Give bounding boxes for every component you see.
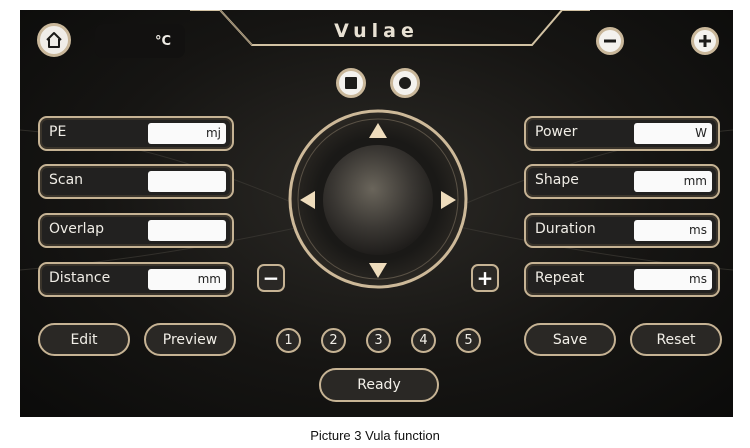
ready-button[interactable]: Ready xyxy=(319,368,439,402)
param-shape[interactable]: Shape mm xyxy=(524,164,720,199)
joystick-plus-button[interactable]: + xyxy=(471,264,499,292)
record-icon xyxy=(399,77,411,89)
repeat-input[interactable]: ms xyxy=(634,269,712,290)
param-pe[interactable]: PE mj xyxy=(38,116,234,151)
preset-2-button[interactable]: 2 xyxy=(321,328,346,353)
param-distance[interactable]: Distance mm xyxy=(38,262,234,297)
param-duration[interactable]: Duration ms xyxy=(524,213,720,248)
record-button[interactable] xyxy=(390,68,420,98)
temperature-display: °C xyxy=(95,24,185,58)
temperature-unit: °C xyxy=(154,33,171,49)
reset-button[interactable]: Reset xyxy=(630,323,722,356)
figure-caption: Picture 3 Vula function xyxy=(310,428,440,443)
device-panel: Vulae °C PE mj Scan Overlap Distance mm xyxy=(20,10,733,417)
increase-button[interactable] xyxy=(691,27,719,55)
joystick-minus-button[interactable]: − xyxy=(257,264,285,292)
stop-button[interactable] xyxy=(336,68,366,98)
preset-5-button[interactable]: 5 xyxy=(456,328,481,353)
preview-button[interactable]: Preview xyxy=(144,323,236,356)
param-label: PE xyxy=(49,124,67,140)
param-label: Power xyxy=(535,124,578,140)
param-label: Duration xyxy=(535,221,596,237)
edit-button[interactable]: Edit xyxy=(38,323,130,356)
scan-input[interactable] xyxy=(148,171,226,192)
preset-3-button[interactable]: 3 xyxy=(366,328,391,353)
shape-input[interactable]: mm xyxy=(634,171,712,192)
param-scan[interactable]: Scan xyxy=(38,164,234,199)
distance-input[interactable]: mm xyxy=(148,269,226,290)
param-power[interactable]: Power W xyxy=(524,116,720,151)
param-overlap[interactable]: Overlap xyxy=(38,213,234,248)
pe-input[interactable]: mj xyxy=(148,123,226,144)
preset-1-button[interactable]: 1 xyxy=(276,328,301,353)
param-label: Repeat xyxy=(535,270,585,286)
stop-icon xyxy=(345,77,357,89)
plus-icon xyxy=(699,35,711,47)
save-button[interactable]: Save xyxy=(524,323,616,356)
joystick-knob[interactable] xyxy=(323,145,433,255)
home-icon xyxy=(46,32,62,48)
duration-input[interactable]: ms xyxy=(634,220,712,241)
preset-4-button[interactable]: 4 xyxy=(411,328,436,353)
minus-icon xyxy=(604,39,616,43)
home-button[interactable] xyxy=(37,23,71,57)
param-label: Shape xyxy=(535,172,579,188)
param-label: Scan xyxy=(49,172,84,188)
param-label: Distance xyxy=(49,270,111,286)
overlap-input[interactable] xyxy=(148,220,226,241)
power-input[interactable]: W xyxy=(634,123,712,144)
param-repeat[interactable]: Repeat ms xyxy=(524,262,720,297)
param-label: Overlap xyxy=(49,221,105,237)
decrease-button[interactable] xyxy=(596,27,624,55)
